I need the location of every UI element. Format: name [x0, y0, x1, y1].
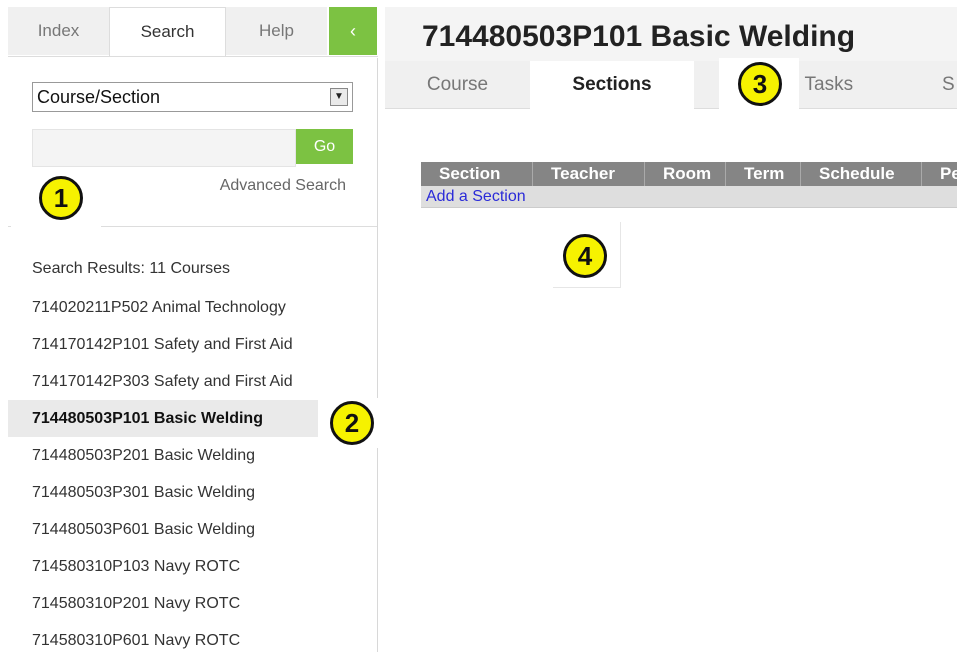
chevron-left-icon: ‹ — [350, 21, 356, 41]
result-item[interactable]: 714580310P601 Navy ROTC — [8, 622, 378, 652]
column-header-teacher[interactable]: Teacher — [533, 162, 645, 186]
main-tabs: Course Sections g Tasks S — [385, 61, 957, 110]
callout-1: 1 — [39, 176, 83, 220]
advanced-search-link[interactable]: Advanced Search — [220, 177, 346, 195]
callout-4: 4 — [563, 234, 607, 278]
main-content: 714480503P101 Basic Welding Course Secti… — [385, 0, 957, 652]
table-header-row: Section Teacher Room Term Schedule Pe — [421, 162, 957, 186]
panel-divider — [377, 58, 378, 652]
column-header-section[interactable]: Section — [421, 162, 533, 186]
tab-sections[interactable]: Sections — [530, 61, 694, 110]
tab-search[interactable]: Search — [109, 7, 226, 57]
callout-3: 3 — [738, 62, 782, 106]
result-item[interactable]: 714170142P101 Safety and First Aid — [8, 326, 378, 363]
column-header-term[interactable]: Term — [726, 162, 801, 186]
search-results-list: 714020211P502 Animal Technology 71417014… — [8, 289, 378, 652]
result-item[interactable]: 714020211P502 Animal Technology — [8, 289, 378, 326]
header-bar: 714480503P101 Basic Welding — [385, 7, 957, 61]
sections-table: Section Teacher Room Term Schedule Pe Ad… — [421, 162, 957, 208]
collapse-panel-button[interactable]: ‹ — [329, 7, 377, 55]
add-section-row: Add a Section — [421, 186, 957, 208]
column-header-period[interactable]: Pe — [922, 162, 957, 186]
column-header-schedule[interactable]: Schedule — [801, 162, 922, 186]
tab-more[interactable]: S — [942, 61, 957, 109]
column-header-room[interactable]: Room — [645, 162, 726, 186]
search-results-title: Search Results: 11 Courses — [32, 260, 231, 277]
result-item-selected[interactable]: 714480503P101 Basic Welding — [8, 400, 318, 437]
result-item[interactable]: 714170142P303 Safety and First Aid — [8, 363, 378, 400]
tab-course[interactable]: Course — [385, 61, 530, 109]
callout-2: 2 — [330, 401, 374, 445]
page-title: 714480503P101 Basic Welding — [422, 20, 856, 53]
search-input[interactable] — [32, 129, 296, 167]
left-panel: Index Search Help ‹ Course/Section ▼ Go … — [0, 0, 378, 652]
result-item[interactable]: 714480503P601 Basic Welding — [8, 511, 378, 548]
search-type-select[interactable]: Course/Section ▼ — [32, 82, 353, 112]
tab-help[interactable]: Help — [226, 7, 327, 55]
go-button[interactable]: Go — [296, 129, 353, 164]
result-item[interactable]: 714580310P103 Navy ROTC — [8, 548, 378, 585]
add-section-link[interactable]: Add a Section — [421, 188, 526, 205]
dropdown-arrow-icon[interactable]: ▼ — [330, 88, 348, 106]
result-item[interactable]: 714580310P201 Navy ROTC — [8, 585, 378, 622]
tab-index[interactable]: Index — [8, 7, 109, 55]
search-type-value: Course/Section — [37, 87, 161, 107]
result-item[interactable]: 714480503P301 Basic Welding — [8, 474, 378, 511]
